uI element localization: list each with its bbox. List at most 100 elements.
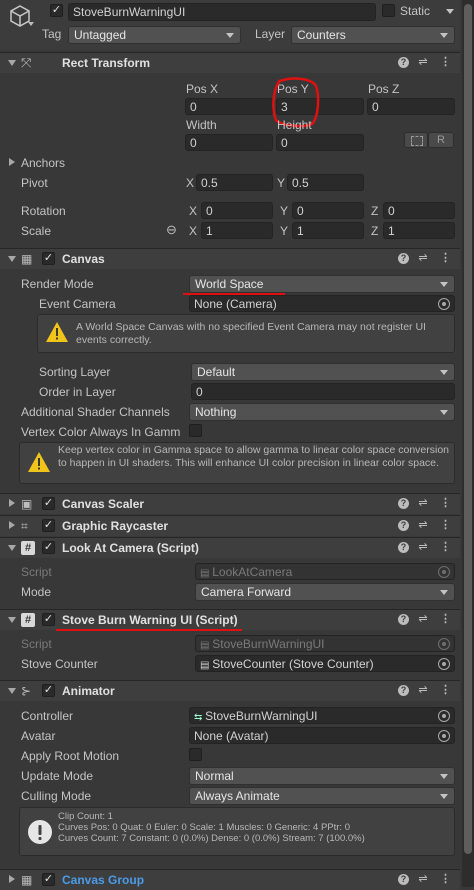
more-menu-icon[interactable]: ⋮ <box>438 612 452 626</box>
gameobject-name-field[interactable]: StoveBurnWarningUI <box>68 3 376 21</box>
component-enabled-checkbox[interactable]: ✓ <box>42 497 55 510</box>
help-icon[interactable]: ? <box>398 57 409 68</box>
more-menu-icon[interactable]: ⋮ <box>438 496 452 510</box>
script-field: ▤ StoveBurnWarningUI <box>195 635 455 652</box>
presets-icon[interactable]: ⇌ <box>416 251 430 265</box>
collapse-arrow-icon[interactable] <box>8 688 16 694</box>
help-icon[interactable]: ? <box>398 542 409 553</box>
component-enabled-checkbox[interactable]: ✓ <box>42 613 55 626</box>
component-enabled-checkbox[interactable]: ✓ <box>42 684 55 697</box>
update-mode-dropdown[interactable]: Normal <box>189 767 455 785</box>
object-picker-icon[interactable] <box>438 730 450 742</box>
raw-edit-button[interactable]: R <box>428 132 454 148</box>
event-camera-field[interactable]: None (Camera) <box>189 295 455 312</box>
event-camera-warning-box: A World Space Canvas with no specified E… <box>37 314 455 353</box>
tag-dropdown[interactable]: Untagged <box>68 26 241 44</box>
animator-info-box: Clip Count: 1 Curves Pos: 0 Quat: 0 Eule… <box>19 807 455 856</box>
presets-icon[interactable]: ⇌ <box>416 518 430 532</box>
scale-x-field[interactable]: 1 <box>201 222 273 239</box>
help-icon[interactable]: ? <box>398 253 409 264</box>
clip-count-text: Clip Count: 1 <box>58 811 113 822</box>
active-checkbox[interactable]: ✓ <box>50 4 63 17</box>
anchors-label[interactable]: Anchors <box>21 156 65 170</box>
rotation-y-field[interactable]: 0 <box>292 202 364 219</box>
stove-counter-field[interactable]: ▤ StoveCounter (Stove Counter) <box>195 655 455 672</box>
collapse-arrow-icon[interactable] <box>8 256 16 262</box>
sorting-layer-dropdown[interactable]: Default <box>191 363 455 381</box>
pivot-x-field[interactable]: 0.5 <box>196 174 273 191</box>
presets-icon[interactable]: ⇌ <box>416 683 430 697</box>
static-checkbox[interactable] <box>382 4 395 17</box>
collapse-arrow-icon[interactable] <box>8 617 16 623</box>
help-icon[interactable]: ? <box>398 685 409 696</box>
rect-transform-header[interactable]: ⤧ Rect Transform ? ⇌ ⋮ <box>0 52 460 73</box>
scale-y-field[interactable]: 1 <box>292 222 364 239</box>
presets-icon[interactable]: ⇌ <box>416 540 430 554</box>
constrain-proportions-icon[interactable]: ⊖ <box>166 222 177 238</box>
pos-z-field[interactable]: 0 <box>367 98 455 115</box>
component-enabled-checkbox[interactable]: ✓ <box>42 541 55 554</box>
stove-warning-script-header[interactable]: # ✓ Stove Burn Warning UI (Script) ? ⇌ ⋮ <box>0 609 460 630</box>
scale-z-field[interactable]: 1 <box>383 222 455 239</box>
graphic-raycaster-header[interactable]: ⌗ ✓ Graphic Raycaster ? ⇌ ⋮ <box>0 515 460 536</box>
component-title: Graphic Raycaster <box>62 519 169 533</box>
more-menu-icon[interactable]: ⋮ <box>438 55 452 69</box>
icon-dropdown-arrow[interactable] <box>28 22 34 26</box>
canvas-scaler-header[interactable]: ▣ ✓ Canvas Scaler ? ⇌ ⋮ <box>0 493 460 514</box>
collapse-arrow-icon[interactable] <box>8 545 16 551</box>
object-picker-icon[interactable] <box>438 710 450 722</box>
canvas-header[interactable]: ▦ ✓ Canvas ? ⇌ ⋮ <box>0 248 460 269</box>
rotation-x-field[interactable]: 0 <box>201 202 273 219</box>
component-enabled-checkbox[interactable]: ✓ <box>42 252 55 265</box>
anchors-foldout-arrow[interactable] <box>9 158 15 166</box>
culling-mode-dropdown[interactable]: Always Animate <box>189 787 455 805</box>
component-enabled-checkbox[interactable]: ✓ <box>42 519 55 532</box>
expand-arrow-icon[interactable] <box>9 521 15 529</box>
more-menu-icon[interactable]: ⋮ <box>438 540 452 554</box>
mode-dropdown[interactable]: Camera Forward <box>195 583 455 601</box>
blueprint-button[interactable] <box>404 132 428 148</box>
presets-icon[interactable]: ⇌ <box>416 872 430 886</box>
controller-field[interactable]: ⇆ StoveBurnWarningUI <box>189 707 455 724</box>
canvas-scaler-icon: ▣ <box>21 497 33 511</box>
more-menu-icon[interactable]: ⋮ <box>438 518 452 532</box>
layer-dropdown[interactable]: Counters <box>291 26 455 44</box>
more-menu-icon[interactable]: ⋮ <box>438 872 452 886</box>
rotation-label: Rotation <box>21 204 66 218</box>
avatar-label: Avatar <box>21 729 56 743</box>
script-file-icon: ▤ <box>200 640 213 651</box>
object-picker-icon[interactable] <box>438 658 450 670</box>
collapse-arrow-icon[interactable] <box>8 60 16 66</box>
presets-icon[interactable]: ⇌ <box>416 612 430 626</box>
presets-icon[interactable]: ⇌ <box>416 496 430 510</box>
pos-x-field[interactable]: 0 <box>185 98 273 115</box>
more-menu-icon[interactable]: ⋮ <box>438 683 452 697</box>
rotation-z-field[interactable]: 0 <box>383 202 455 219</box>
help-icon[interactable]: ? <box>398 614 409 625</box>
help-icon[interactable]: ? <box>398 498 409 509</box>
scrollbar-thumb[interactable] <box>464 4 472 854</box>
axis-x-label: X <box>186 176 195 190</box>
help-icon[interactable]: ? <box>398 520 409 531</box>
culling-mode-label: Culling Mode <box>21 789 92 803</box>
width-field[interactable]: 0 <box>185 134 273 151</box>
static-dropdown-arrow[interactable] <box>446 9 454 14</box>
vertex-color-checkbox[interactable] <box>189 424 202 437</box>
component-enabled-checkbox[interactable]: ✓ <box>42 873 55 886</box>
apply-root-motion-checkbox[interactable] <box>189 748 202 761</box>
expand-arrow-icon[interactable] <box>9 875 15 883</box>
look-at-camera-header[interactable]: # ✓ Look At Camera (Script) ? ⇌ ⋮ <box>0 537 460 558</box>
pivot-y-field[interactable]: 0.5 <box>287 174 364 191</box>
shader-channels-dropdown[interactable]: Nothing <box>189 403 455 421</box>
presets-icon[interactable]: ⇌ <box>416 55 430 69</box>
avatar-field[interactable]: None (Avatar) <box>189 727 455 744</box>
more-menu-icon[interactable]: ⋮ <box>438 251 452 265</box>
height-field[interactable]: 0 <box>276 134 364 151</box>
component-title: Canvas <box>62 252 105 266</box>
object-picker-icon[interactable] <box>438 298 450 310</box>
help-icon[interactable]: ? <box>398 874 409 885</box>
order-in-layer-field[interactable]: 0 <box>191 383 455 400</box>
expand-arrow-icon[interactable] <box>9 499 15 507</box>
animator-header[interactable]: ⊱ ✓ Animator ? ⇌ ⋮ <box>0 680 460 701</box>
render-mode-dropdown[interactable]: World Space <box>189 275 455 293</box>
